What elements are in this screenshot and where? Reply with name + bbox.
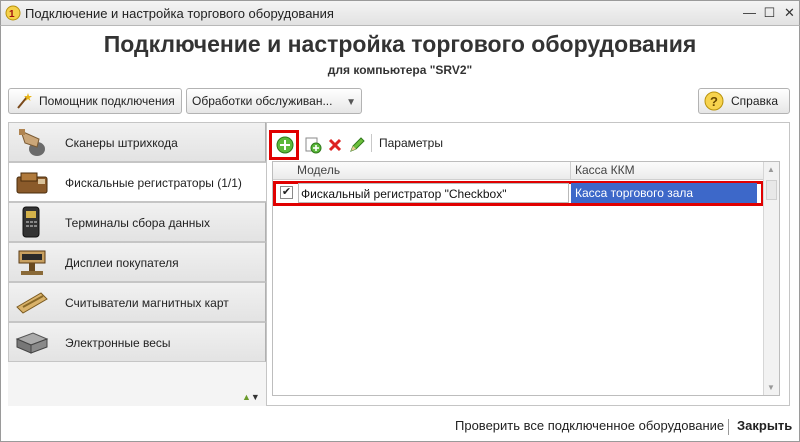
- column-kassa-header[interactable]: Касса ККМ: [571, 162, 763, 180]
- table-header: Модель Касса ККМ: [273, 162, 763, 180]
- tab-label: Сканеры штрихкода: [65, 136, 178, 150]
- tabs-scroll-arrows[interactable]: ▲▼: [242, 392, 266, 404]
- tab-label: Терминалы сбора данных: [65, 216, 211, 230]
- footer-separator: [728, 419, 729, 435]
- row-checkbox[interactable]: ✔: [280, 186, 293, 199]
- tab-electronic-scales[interactable]: Электронные весы: [8, 322, 266, 362]
- close-button[interactable]: Закрыть: [737, 418, 792, 433]
- scrollbar-thumb[interactable]: [766, 180, 777, 200]
- footer: Проверить все подключенное оборудование …: [0, 410, 800, 440]
- scroll-up-icon[interactable]: ▲: [242, 392, 251, 402]
- help-label: Справка: [731, 94, 779, 108]
- check-all-equipment-link[interactable]: Проверить все подключенное оборудование: [455, 418, 724, 433]
- maximize-icon[interactable]: ☐: [761, 5, 778, 22]
- table-row[interactable]: ✔ Фискальный регистратор "Checkbox" Касс…: [276, 183, 761, 203]
- barcode-scanner-icon: [19, 129, 45, 156]
- connection-wizard-label: Помощник подключения: [39, 94, 175, 108]
- service-processing-dropdown[interactable]: Обработки обслуживан... ▼: [186, 88, 362, 114]
- window-titlebar: 1 Подключение и настройка торгового обор…: [0, 0, 800, 26]
- close-icon[interactable]: ✕: [781, 5, 798, 22]
- tab-label: Считыватели магнитных карт: [65, 296, 229, 310]
- service-processing-label: Обработки обслуживан...: [192, 94, 333, 108]
- connection-wizard-button[interactable]: Помощник подключения: [8, 88, 182, 114]
- cell-model[interactable]: Фискальный регистратор "Checkbox": [298, 183, 569, 203]
- scroll-down-icon[interactable]: ▼: [251, 392, 260, 402]
- tab-customer-displays[interactable]: Дисплеи покупателя: [8, 242, 266, 282]
- tab-barcode-scanners[interactable]: Сканеры штрихкода: [8, 122, 266, 162]
- scroll-up-icon[interactable]: ▲: [767, 165, 775, 174]
- customer-display-icon: [18, 250, 46, 275]
- chevron-down-icon: ▼: [346, 97, 356, 108]
- card-reader-icon: [16, 292, 48, 314]
- help-icon: ?: [704, 91, 724, 111]
- tab-label: Дисплеи покупателя: [65, 256, 179, 270]
- delete-icon[interactable]: [325, 135, 345, 155]
- parameters-button[interactable]: Параметры: [379, 136, 443, 150]
- equipment-types-panel: Сканеры штрихкода Фискальные регистратор…: [8, 122, 268, 406]
- tab-label: Электронные весы: [65, 336, 171, 350]
- tab-fiscal-registers[interactable]: Фискальные регистраторы (1/1): [8, 162, 268, 202]
- page-subtitle: для компьютера "SRV2": [327, 63, 473, 77]
- tab-label: Фискальные регистраторы (1/1): [65, 176, 242, 190]
- copy-icon[interactable]: [303, 135, 323, 155]
- column-model-header[interactable]: Модель: [273, 162, 571, 180]
- svg-text:?: ?: [710, 94, 718, 109]
- scroll-down-icon[interactable]: ▼: [767, 383, 775, 392]
- edit-icon[interactable]: [347, 135, 367, 155]
- add-icon[interactable]: [275, 135, 295, 155]
- help-button[interactable]: ? Справка: [698, 88, 790, 114]
- toolbar-separator: [371, 134, 372, 152]
- data-terminal-icon: [22, 206, 40, 238]
- equipment-table: Модель Касса ККМ ✔ Фискальный регистрато…: [272, 161, 780, 396]
- app-icon: 1: [5, 5, 21, 21]
- minimize-icon[interactable]: —: [741, 5, 758, 22]
- svg-text:1: 1: [9, 9, 15, 20]
- window-title: Подключение и настройка торгового оборуд…: [25, 6, 334, 21]
- tab-card-readers[interactable]: Считыватели магнитных карт: [8, 282, 266, 322]
- page-title: Подключение и настройка торгового оборуд…: [103, 31, 697, 57]
- cell-kassa[interactable]: Касса торгового зала: [571, 183, 757, 203]
- wizard-wand-icon: [17, 93, 32, 109]
- table-scrollbar[interactable]: ▲ ▼: [763, 162, 779, 395]
- tab-data-terminals[interactable]: Терминалы сбора данных: [8, 202, 266, 242]
- fiscal-register-icon: [16, 172, 48, 194]
- scales-icon: [15, 332, 49, 354]
- equipment-list-panel: Параметры Модель Касса ККМ ✔ Фискальный …: [266, 122, 790, 406]
